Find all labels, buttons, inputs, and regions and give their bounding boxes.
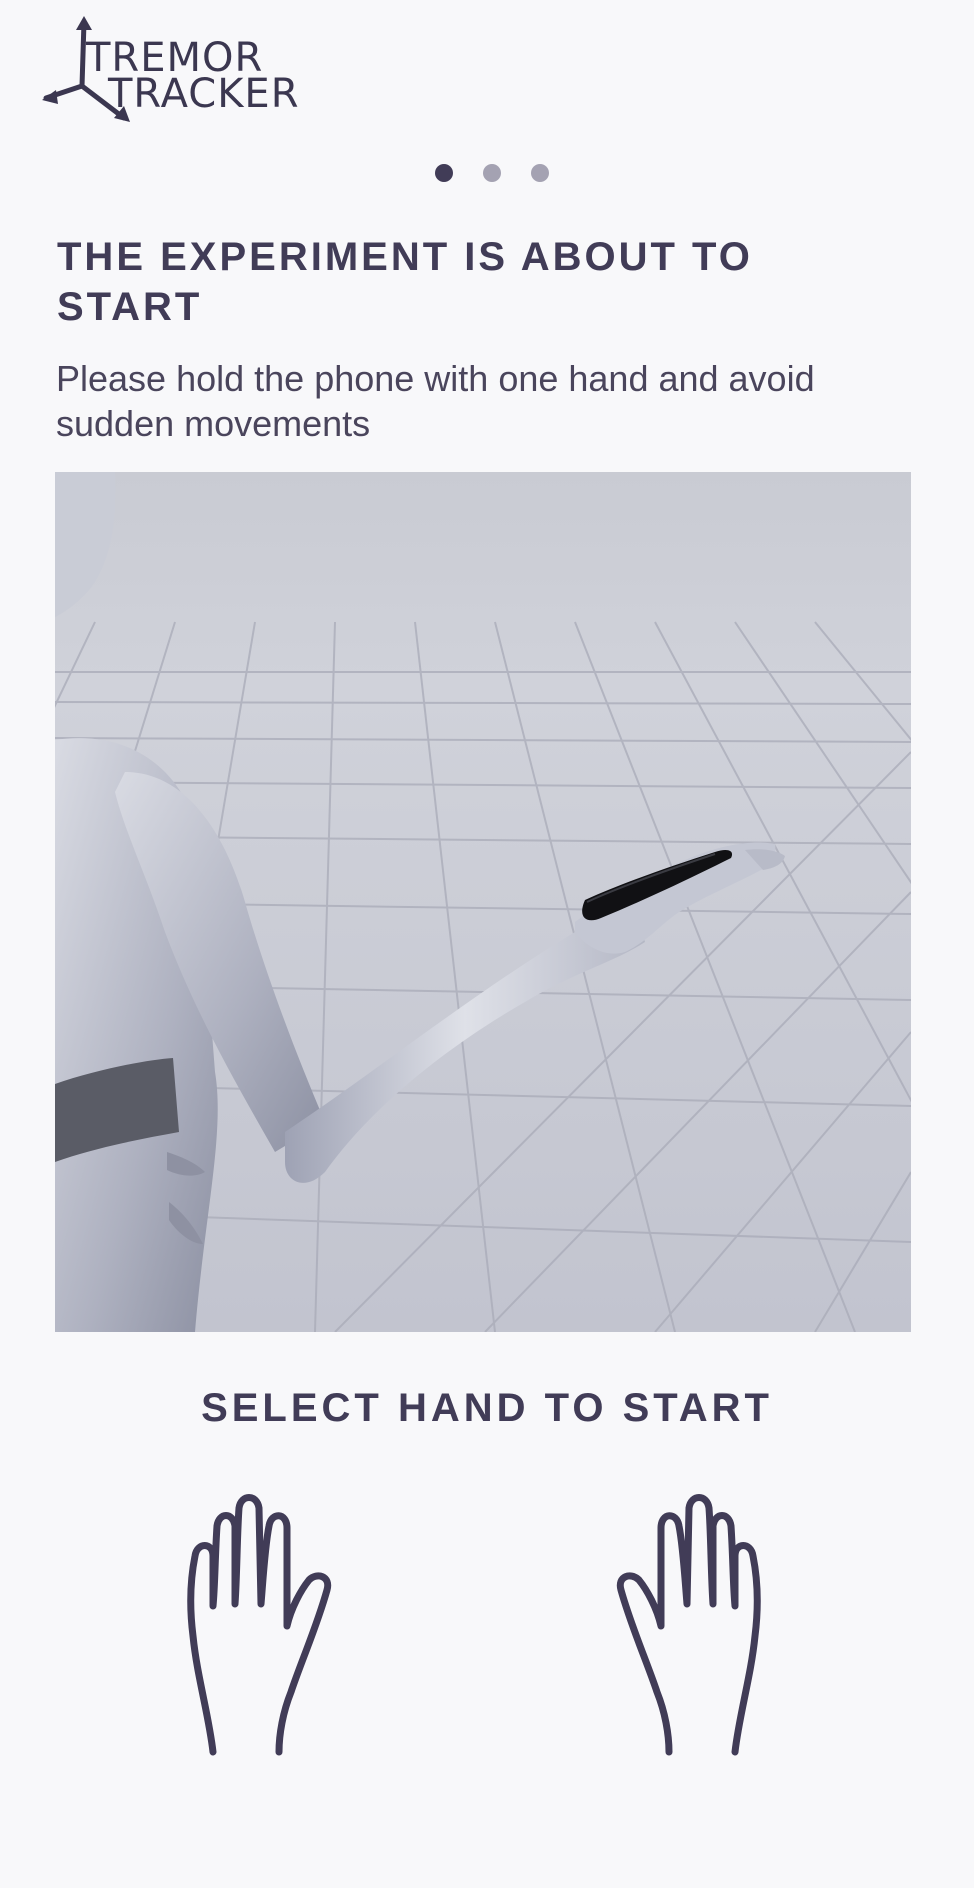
- page-dot-3[interactable]: [531, 164, 549, 182]
- page-dot-1[interactable]: [435, 164, 453, 182]
- person-holding-phone-illustration: [55, 472, 911, 1332]
- logo-text-line2: TRACKER: [108, 71, 300, 117]
- instruction-illustration: [55, 472, 911, 1332]
- app-logo: TREMOR TRACKER: [40, 14, 380, 126]
- instructions-text: Please hold the phone with one hand and …: [56, 358, 815, 444]
- select-hand-label: SELECT HAND TO START: [201, 1386, 773, 1430]
- left-hand-icon: [187, 1494, 332, 1756]
- page-indicator: [0, 164, 974, 184]
- right-hand-button[interactable]: [595, 1486, 765, 1762]
- page-title: THE EXPERIMENT IS ABOUT TO START: [57, 235, 753, 329]
- left-hand-button[interactable]: [183, 1486, 353, 1762]
- right-hand-icon: [616, 1494, 761, 1756]
- page-dot-2[interactable]: [483, 164, 501, 182]
- onboarding-screen: TREMOR TRACKER THE EXPERIMENT IS ABOUT T…: [0, 0, 974, 1888]
